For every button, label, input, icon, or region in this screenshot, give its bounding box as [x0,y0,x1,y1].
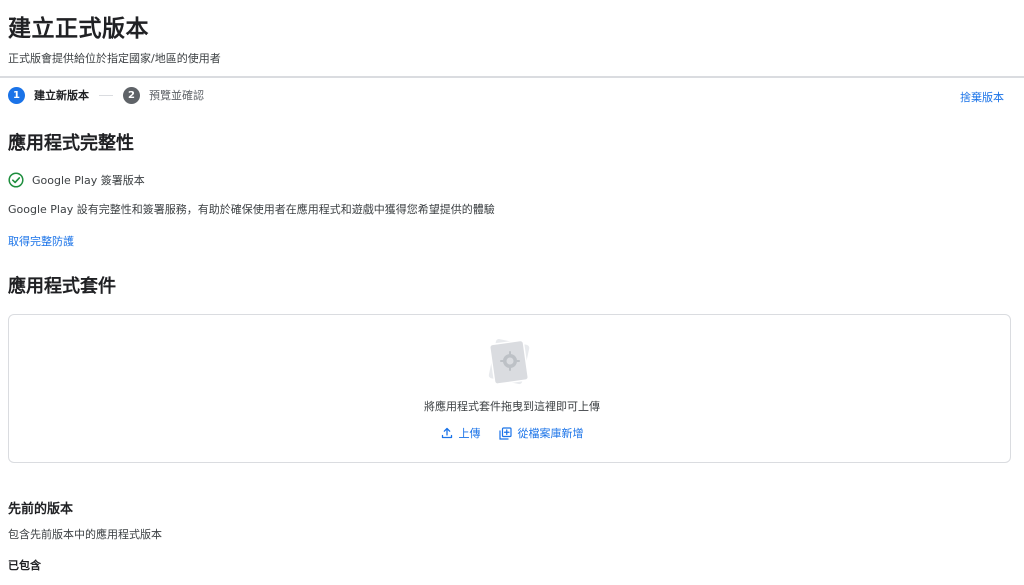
previous-releases-description: 包含先前版本中的應用程式版本 [8,528,162,541]
previous-releases-title: 先前的版本 [8,502,74,517]
step-1-label[interactable]: 建立新版本 [34,87,89,103]
signing-status-label: Google Play 簽署版本 [32,174,145,187]
step-2-number: 2 [123,86,140,104]
bundles-section-title: 應用程式套件 [8,276,116,297]
included-label: 已包含 [8,559,41,572]
step-1-number: 1 [8,86,25,104]
discard-release-button[interactable]: 捨棄版本 [960,89,1004,105]
upload-icon [441,427,452,439]
page-title: 建立正式版本 [8,16,149,42]
release-stepper: 1 建立新版本 2 預覽並確認 [8,85,204,105]
header-divider [0,76,1024,78]
add-from-library-label: 從檔案庫新增 [517,427,584,440]
upload-button-label: 上傳 [458,427,481,440]
get-full-protection-link[interactable]: 取得完整防護 [8,233,74,249]
app-bundle-illustration [488,339,530,385]
drop-zone-hint: 將應用程式套件拖曳到這裡即可上傳 [424,400,600,413]
upload-button[interactable]: 上傳 [441,425,481,441]
add-from-library-button[interactable]: 從檔案庫新增 [498,425,584,441]
integrity-description: Google Play 設有完整性和簽署服務，有助於確保使用者在應用程式和遊戲中… [8,203,495,216]
step-2-label[interactable]: 預覽並確認 [149,87,204,103]
signing-status: Google Play 簽署版本 [8,172,145,188]
step-connector [99,94,113,96]
integrity-section-title: 應用程式完整性 [8,133,134,154]
check-circle-icon [8,172,24,188]
drop-zone-actions: 上傳 從檔案庫新增 [0,425,1024,441]
library-add-icon [498,426,512,440]
page-subtitle: 正式版會提供給位於指定國家/地區的使用者 [8,52,221,65]
